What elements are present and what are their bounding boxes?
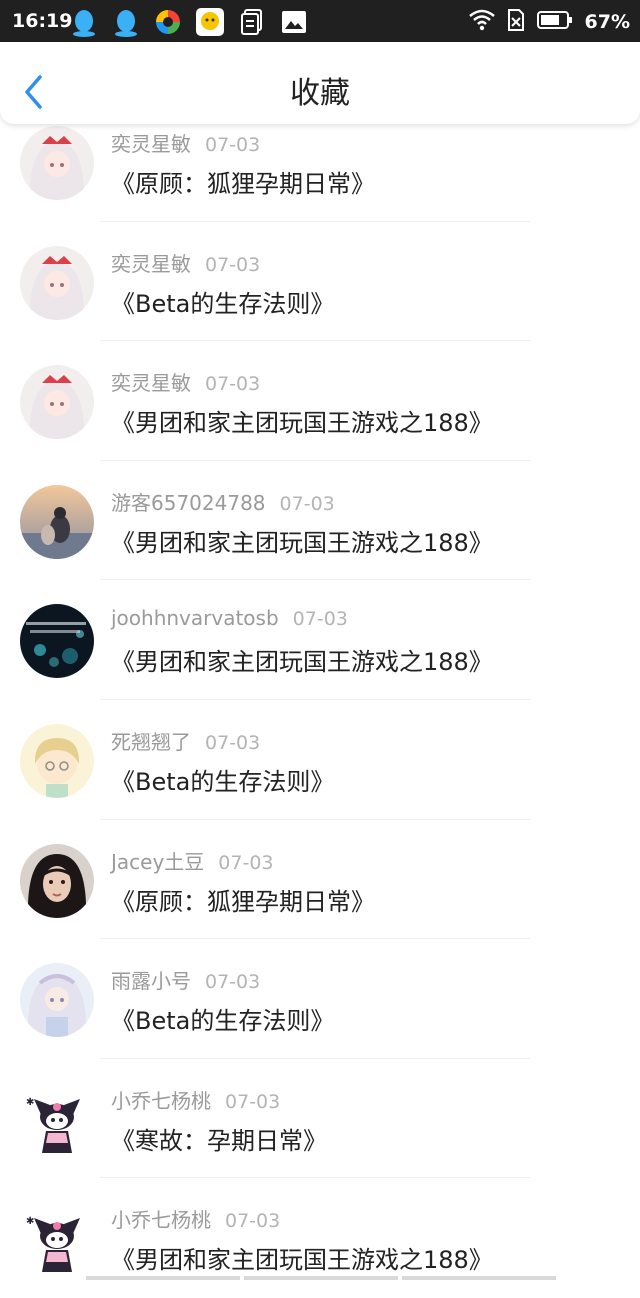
username[interactable]: 奕灵星敏: [111, 252, 191, 276]
status-app-icons: [68, 6, 310, 38]
item-meta: joohhnvarvatosb 07-03: [111, 606, 348, 630]
item-meta: 游客657024788 07-03: [111, 487, 335, 516]
avatar[interactable]: [20, 246, 94, 320]
list-item[interactable]: ✱ 小乔七杨桃 07-03 《寒故：孕期日常》: [0, 1059, 640, 1179]
username[interactable]: 雨露小号: [111, 969, 191, 993]
item-meta: 奕灵星敏 07-03: [111, 248, 260, 277]
favorites-list: 奕灵星敏 07-03 《原顾：狐狸孕期日常》 奕灵星敏 07-03 《Beta的生存…: [0, 102, 640, 1298]
book-title[interactable]: 《原顾：狐狸孕期日常》: [111, 164, 375, 199]
date: 07-03: [293, 608, 348, 630]
item-meta: 雨露小号 07-03: [111, 965, 260, 994]
avatar[interactable]: ✱: [20, 1202, 94, 1276]
date: 07-03: [205, 373, 260, 395]
list-item[interactable]: joohhnvarvatosb 07-03 《男团和家主团玩国王游戏之188》: [0, 580, 640, 700]
date: 07-03: [218, 852, 273, 874]
book-title[interactable]: 《男团和家主团玩国王游戏之188》: [111, 403, 493, 438]
date: 07-03: [280, 493, 335, 515]
list-item[interactable]: 奕灵星敏 07-03 《Beta的生存法则》: [0, 222, 640, 342]
avatar[interactable]: [20, 126, 94, 200]
header-bar: 收藏: [0, 42, 640, 124]
item-meta: 奕灵星敏 07-03: [111, 367, 260, 396]
book-title[interactable]: 《原顾：狐狸孕期日常》: [111, 882, 375, 917]
list-item[interactable]: 奕灵星敏 07-03 《男团和家主团玩国王游戏之188》: [0, 341, 640, 461]
username[interactable]: 小乔七杨桃: [111, 1208, 211, 1232]
date: 07-03: [225, 1091, 280, 1113]
list-item[interactable]: 游客657024788 07-03 《男团和家主团玩国王游戏之188》: [0, 461, 640, 581]
list-item[interactable]: 死翘翘了 07-03 《Beta的生存法则》: [0, 700, 640, 820]
status-right: 67%: [469, 8, 630, 36]
item-meta: 死翘翘了 07-03: [111, 726, 260, 755]
username[interactable]: joohhnvarvatosb: [111, 606, 279, 630]
list-item[interactable]: 雨露小号 07-03 《Beta的生存法则》: [0, 939, 640, 1059]
item-meta: 奕灵星敏 07-03: [111, 128, 260, 157]
avatar[interactable]: [20, 604, 94, 678]
date: 07-03: [225, 1210, 280, 1232]
document-icon: [236, 6, 268, 38]
avatar[interactable]: [20, 365, 94, 439]
username[interactable]: 小乔七杨桃: [111, 1089, 211, 1113]
item-meta: Jacey土豆 07-03: [111, 846, 274, 875]
status-bar: 16:19: [0, 0, 640, 42]
book-title[interactable]: 《寒故：孕期日常》: [111, 1121, 327, 1156]
username[interactable]: 死翘翘了: [111, 730, 191, 754]
date: 07-03: [205, 254, 260, 276]
book-title[interactable]: 《Beta的生存法则》: [111, 1001, 334, 1036]
qq-icon: [68, 6, 100, 38]
svg-text:✱: ✱: [26, 1216, 34, 1227]
item-meta: 小乔七杨桃 07-03: [111, 1204, 280, 1233]
book-title[interactable]: 《Beta的生存法则》: [111, 762, 334, 797]
gallery-icon: [278, 6, 310, 38]
battery-percent: 67%: [585, 11, 630, 33]
yellow-chat-app-icon: [194, 6, 226, 38]
no-sim-icon: [507, 8, 525, 36]
avatar[interactable]: [20, 963, 94, 1037]
item-meta: 小乔七杨桃 07-03: [111, 1085, 280, 1114]
date: 07-03: [205, 971, 260, 993]
qq-icon: [110, 6, 142, 38]
bottom-scroll-indicator: [86, 1276, 556, 1280]
svg-text:✱: ✱: [26, 1097, 34, 1108]
avatar[interactable]: [20, 485, 94, 559]
battery-icon: [537, 10, 573, 34]
avatar[interactable]: ✱: [20, 1083, 94, 1157]
date: 07-03: [205, 134, 260, 156]
book-title[interactable]: 《男团和家主团玩国王游戏之188》: [111, 1240, 493, 1275]
book-title[interactable]: 《Beta的生存法则》: [111, 284, 334, 319]
book-title[interactable]: 《男团和家主团玩国王游戏之188》: [111, 523, 493, 558]
username[interactable]: 游客657024788: [111, 491, 266, 515]
avatar[interactable]: [20, 844, 94, 918]
colorful-circle-app-icon: [152, 6, 184, 38]
date: 07-03: [205, 732, 260, 754]
page-title: 收藏: [0, 68, 640, 112]
username[interactable]: Jacey土豆: [111, 850, 204, 874]
book-title[interactable]: 《男团和家主团玩国王游戏之188》: [111, 642, 493, 677]
wifi-icon: [469, 9, 495, 35]
username[interactable]: 奕灵星敏: [111, 371, 191, 395]
username[interactable]: 奕灵星敏: [111, 132, 191, 156]
list-item[interactable]: Jacey土豆 07-03 《原顾：狐狸孕期日常》: [0, 820, 640, 940]
status-time: 16:19: [12, 10, 72, 32]
avatar[interactable]: [20, 724, 94, 798]
